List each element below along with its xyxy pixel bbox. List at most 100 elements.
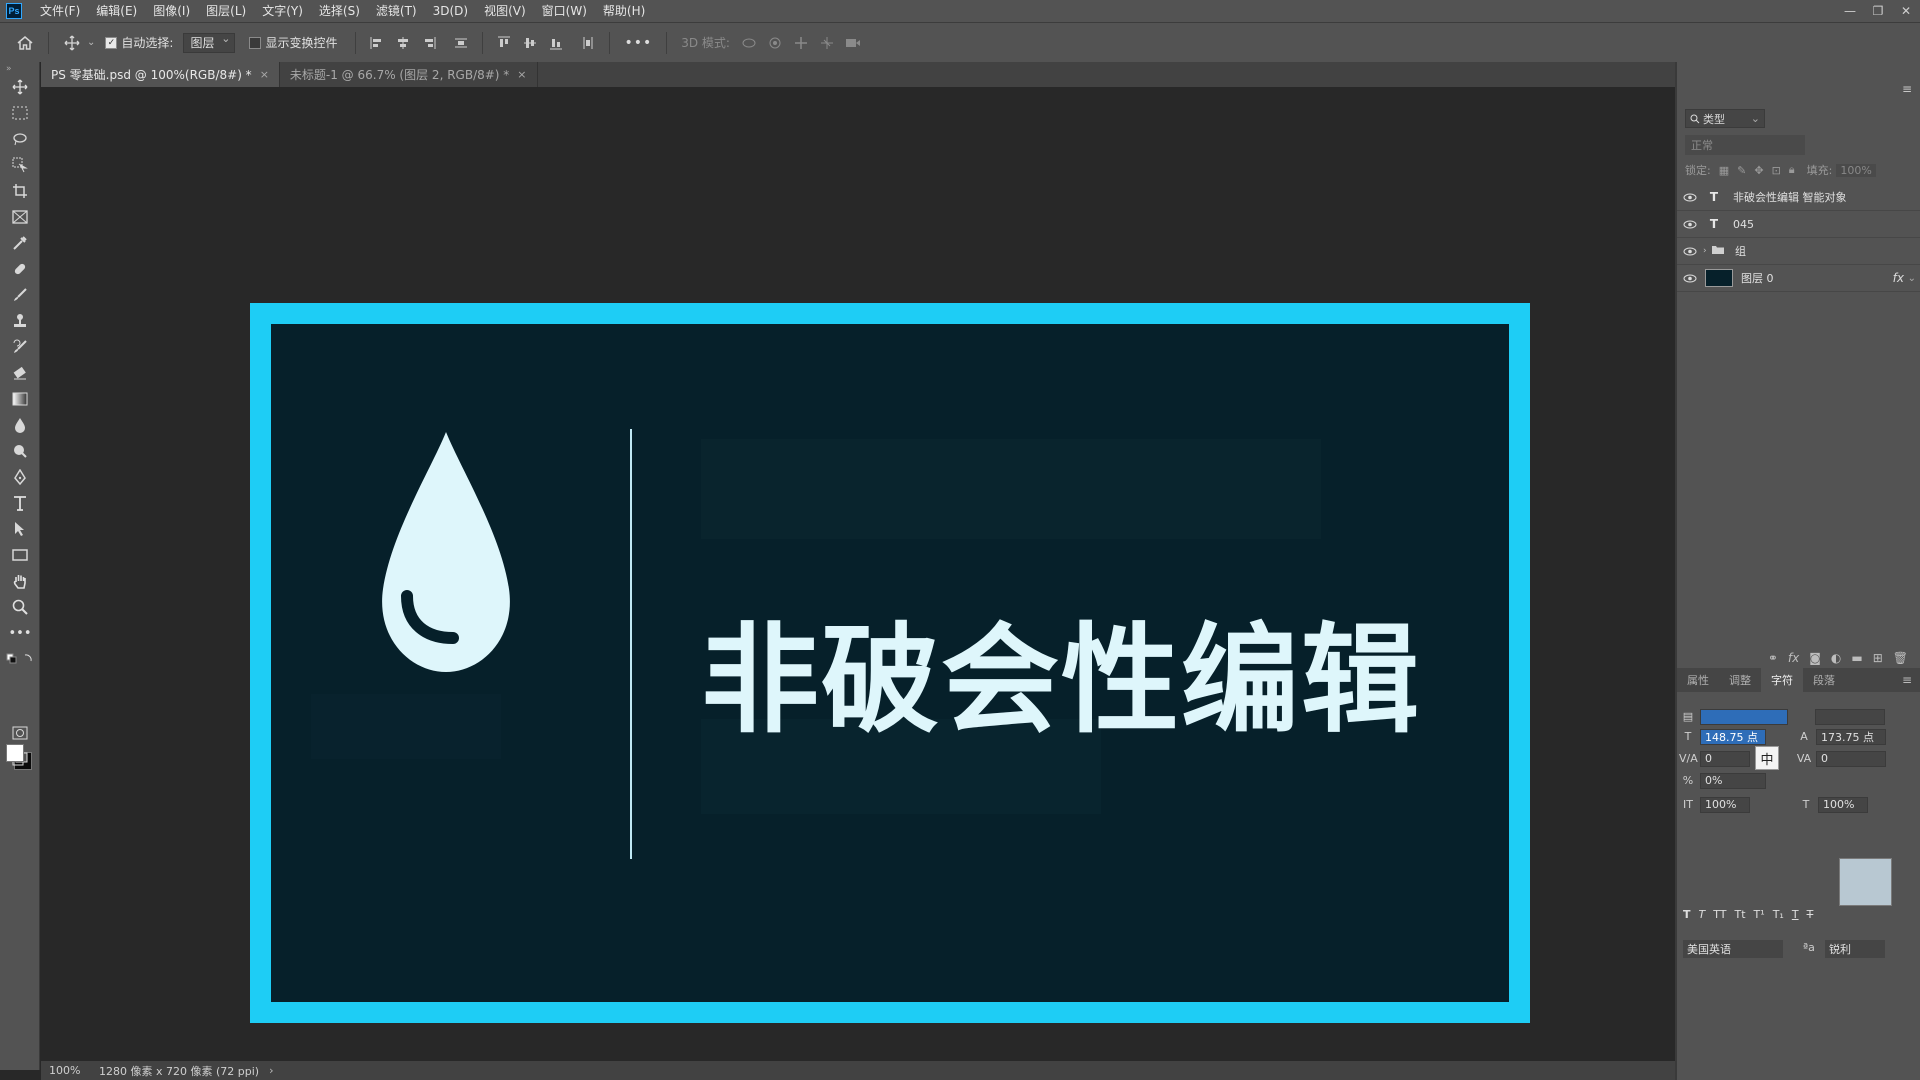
vertical-scale-input[interactable]: 100%	[1700, 796, 1750, 813]
align-hcenter-icon[interactable]	[392, 32, 414, 54]
chevron-right-icon[interactable]: ›	[1703, 246, 1711, 256]
subscript-button[interactable]: T₁	[1773, 908, 1784, 921]
menu-edit[interactable]: 编辑(E)	[88, 0, 145, 22]
align-vcenter-icon[interactable]	[519, 32, 541, 54]
menu-select[interactable]: 选择(S)	[311, 0, 368, 22]
tsume-input[interactable]: 0%	[1700, 772, 1766, 789]
tab-adjustments[interactable]: 调整	[1719, 668, 1761, 692]
underline-button[interactable]: T	[1792, 908, 1799, 921]
brush-tool-icon[interactable]	[8, 284, 32, 306]
eye-icon[interactable]	[1677, 274, 1703, 283]
3d-camera-icon[interactable]	[842, 32, 864, 54]
3d-orbit-icon[interactable]	[738, 32, 760, 54]
layer-name[interactable]: 非破会性编辑 智能对象	[1733, 189, 1847, 205]
layer-name[interactable]: 图层 0	[1741, 270, 1774, 286]
home-icon[interactable]	[14, 32, 36, 54]
panel-menu-icon[interactable]: ≡	[1902, 673, 1912, 687]
eyedropper-tool-icon[interactable]	[8, 232, 32, 254]
layer-effects-icon[interactable]: fx	[1893, 271, 1904, 285]
blend-mode-dropdown[interactable]: 正常	[1685, 135, 1805, 155]
history-brush-tool-icon[interactable]	[8, 336, 32, 358]
add-mask-icon[interactable]: ◙	[1809, 651, 1821, 665]
object-select-tool-icon[interactable]	[8, 154, 32, 176]
layer-row[interactable]: 图层 0 fx ⌄	[1677, 265, 1920, 292]
menu-help[interactable]: 帮助(H)	[595, 0, 653, 22]
more-options-button[interactable]: •••	[624, 35, 652, 51]
move-tool-icon[interactable]	[8, 76, 32, 98]
font-family-input[interactable]	[1700, 708, 1788, 725]
lasso-tool-icon[interactable]	[8, 128, 32, 150]
menu-filter[interactable]: 滤镜(T)	[368, 0, 425, 22]
faux-bold-button[interactable]: T	[1683, 908, 1691, 921]
distribute-vertical-icon[interactable]	[577, 32, 599, 54]
eraser-tool-icon[interactable]	[8, 362, 32, 384]
3d-pan-icon[interactable]	[790, 32, 812, 54]
menu-layer[interactable]: 图层(L)	[198, 0, 254, 22]
chevron-down-icon[interactable]: ⌄	[87, 37, 95, 48]
align-right-icon[interactable]	[418, 32, 440, 54]
align-left-icon[interactable]	[366, 32, 388, 54]
lock-pixels-icon[interactable]: ✎	[1737, 164, 1746, 177]
dodge-tool-icon[interactable]	[8, 440, 32, 462]
tab-properties[interactable]: 属性	[1677, 668, 1719, 692]
font-size-input[interactable]: 148.75 点	[1700, 728, 1766, 745]
status-menu-arrow-icon[interactable]: ›	[269, 1064, 273, 1077]
new-group-icon[interactable]: ▬	[1851, 651, 1862, 665]
eye-icon[interactable]	[1677, 193, 1703, 202]
frame-tool-icon[interactable]	[8, 206, 32, 228]
show-transform-checkbox[interactable]	[249, 36, 262, 49]
all-caps-button[interactable]: TT	[1713, 908, 1726, 921]
faux-italic-button[interactable]: T	[1699, 908, 1706, 921]
restore-button[interactable]: ❐	[1864, 0, 1892, 22]
layer-row[interactable]: T 045	[1677, 211, 1920, 238]
lock-all-icon[interactable]: 🔒︎	[1789, 163, 1795, 177]
edit-toolbar-icon[interactable]: •••	[8, 622, 32, 644]
language-dropdown[interactable]: 美国英语	[1683, 940, 1783, 958]
menu-image[interactable]: 图像(I)	[145, 0, 198, 22]
layer-name[interactable]: 045	[1733, 218, 1754, 231]
menu-3d[interactable]: 3D(D)	[425, 0, 476, 22]
layer-row[interactable]: T 非破会性编辑 智能对象	[1677, 184, 1920, 211]
add-style-icon[interactable]: fx	[1788, 651, 1799, 665]
distribute-horizontal-icon[interactable]	[450, 32, 472, 54]
move-tool-preset-icon[interactable]	[61, 32, 83, 54]
small-caps-button[interactable]: Tt	[1735, 908, 1746, 921]
align-top-icon[interactable]	[493, 32, 515, 54]
auto-select-checkbox[interactable]: ✓	[105, 36, 118, 49]
close-tab-icon[interactable]: ×	[260, 68, 269, 81]
crop-tool-icon[interactable]	[8, 180, 32, 202]
lock-artboard-icon[interactable]: ⊡	[1772, 164, 1781, 177]
leading-input[interactable]: 173.75 点	[1816, 728, 1886, 745]
minimize-button[interactable]: —	[1836, 0, 1864, 22]
adjustment-layer-icon[interactable]: ◐	[1831, 651, 1841, 665]
marquee-tool-icon[interactable]	[8, 102, 32, 124]
rectangle-tool-icon[interactable]	[8, 544, 32, 566]
close-window-button[interactable]: ✕	[1892, 0, 1920, 22]
eye-icon[interactable]	[1677, 247, 1703, 256]
gradient-tool-icon[interactable]	[8, 388, 32, 410]
tab-paragraph[interactable]: 段落	[1803, 668, 1845, 692]
pen-tool-icon[interactable]	[8, 466, 32, 488]
panel-menu-icon[interactable]: ≡	[1902, 82, 1912, 96]
layer-name[interactable]: 组	[1735, 243, 1746, 259]
layer-row[interactable]: › 组	[1677, 238, 1920, 265]
close-tab-icon[interactable]: ×	[517, 68, 526, 81]
blur-tool-icon[interactable]	[8, 414, 32, 436]
healing-brush-tool-icon[interactable]	[8, 258, 32, 280]
auto-select-dropdown[interactable]: 图层	[183, 32, 236, 53]
chevron-down-icon[interactable]: ⌄	[1908, 273, 1916, 284]
menu-file[interactable]: 文件(F)	[32, 0, 88, 22]
clone-stamp-tool-icon[interactable]	[8, 310, 32, 332]
menu-type[interactable]: 文字(Y)	[254, 0, 311, 22]
fill-input[interactable]: 100%	[1836, 163, 1876, 177]
antialias-dropdown[interactable]: 锐利	[1825, 940, 1885, 958]
menu-window[interactable]: 窗口(W)	[534, 0, 595, 22]
default-colors-icon[interactable]	[4, 648, 36, 670]
lock-transparent-icon[interactable]: ▦	[1719, 164, 1729, 177]
foreground-color-swatch[interactable]	[6, 744, 24, 762]
quick-mask-icon[interactable]	[8, 722, 32, 744]
hand-tool-icon[interactable]	[8, 570, 32, 592]
layer-filter-dropdown[interactable]: 类型 ⌄	[1685, 109, 1765, 128]
font-style-input[interactable]	[1815, 708, 1885, 725]
tab-character[interactable]: 字符	[1761, 668, 1803, 692]
